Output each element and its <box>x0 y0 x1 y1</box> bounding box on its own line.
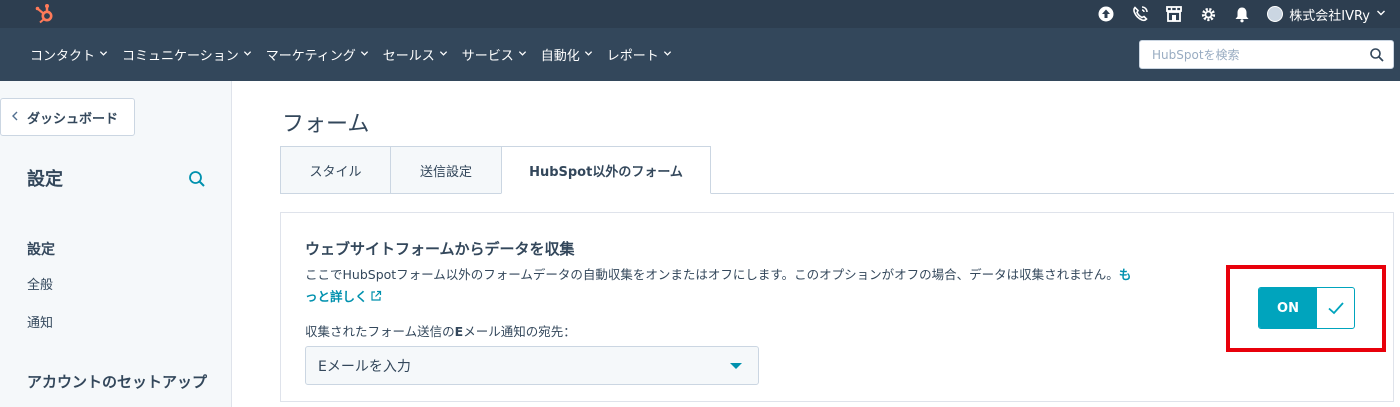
nav-item-service[interactable]: サービス <box>462 45 541 64</box>
notification-bell-icon[interactable] <box>1233 5 1251 23</box>
global-search <box>1139 40 1394 69</box>
field-label-bold: E <box>454 324 464 339</box>
chevron-down-icon <box>663 49 672 61</box>
phone-icon[interactable] <box>1131 5 1149 23</box>
nav-item-reports[interactable]: レポート <box>607 45 686 64</box>
sidebar-section-settings: 設定 <box>27 242 55 258</box>
sidebar-title: 設定 <box>27 169 63 190</box>
email-notification-label: 収集されたフォーム送信のEメール通知の宛先： <box>305 321 576 340</box>
nav-item-marketing[interactable]: マーケティング <box>266 45 383 64</box>
select-value: Eメールを入力 <box>318 358 411 375</box>
sidebar-section-account-setup: アカウントのセットアップ <box>27 373 208 391</box>
chevron-down-icon <box>439 49 448 61</box>
upgrade-icon[interactable] <box>1097 5 1115 23</box>
page-title: フォーム <box>282 112 370 137</box>
learn-more-text-2: っと詳しく <box>305 289 368 304</box>
sidebar-item-notifications[interactable]: 通知 <box>27 312 53 331</box>
account-menu[interactable]: 株式会社IVRy <box>1267 5 1386 24</box>
nav-item-communication[interactable]: コミュニケーション <box>122 45 266 64</box>
card-title: ウェブサイトフォームからデータを収集 <box>305 240 575 258</box>
back-button-label: ダッシュボード <box>27 111 119 127</box>
tab-label: HubSpot以外のフォーム <box>529 164 683 180</box>
description-text: ここでHubSpotフォーム以外のフォームデータの自動収集をオンまたはオフにしま… <box>305 267 1119 282</box>
main-nav: コンタクト コミュニケーション マーケティング セールス サービス 自動化 レポ… <box>0 28 1400 81</box>
email-recipient-select[interactable]: Eメールを入力 <box>305 346 759 385</box>
marketplace-icon[interactable] <box>1165 5 1183 23</box>
chevron-down-icon <box>584 49 593 61</box>
nav-item-label: コンタクト <box>30 49 96 64</box>
chevron-down-icon <box>518 49 527 61</box>
nav-item-label: 自動化 <box>540 49 580 64</box>
hubspot-logo-icon[interactable] <box>34 3 56 25</box>
nav-item-label: セールス <box>382 49 435 64</box>
tab-non-hubspot-forms[interactable]: HubSpot以外のフォーム <box>501 146 711 194</box>
chevron-left-icon <box>11 111 19 124</box>
external-link-icon <box>370 287 382 301</box>
card-description: ここでHubSpotフォーム以外のフォームデータの自動収集をオンまたはオフにしま… <box>305 264 1215 308</box>
sidebar-item-general[interactable]: 全般 <box>27 274 53 293</box>
tab-label: 送信設定 <box>419 164 472 180</box>
tab-label: スタイル <box>309 164 362 180</box>
nav-item-contacts[interactable]: コンタクト <box>30 45 122 64</box>
chevron-down-icon <box>1376 7 1386 22</box>
account-name: 株式会社IVRy <box>1289 8 1370 24</box>
back-to-dashboard-button[interactable]: ダッシュボード <box>0 98 135 136</box>
nav-item-sales[interactable]: セールス <box>383 45 462 64</box>
avatar <box>1267 6 1284 22</box>
chevron-down-icon <box>360 49 369 61</box>
field-label-pre: 収集されたフォーム送信の <box>305 324 455 339</box>
chevron-down-icon <box>243 49 252 61</box>
nav-item-automation[interactable]: 自動化 <box>541 45 607 64</box>
nav-item-label: レポート <box>606 49 659 64</box>
tab-style[interactable]: スタイル <box>280 146 391 194</box>
learn-more-text-1: も <box>1118 267 1132 282</box>
tab-submission-settings[interactable]: 送信設定 <box>390 146 502 194</box>
top-bar: 株式会社IVRy <box>0 0 1400 28</box>
nav-item-label: サービス <box>461 49 514 64</box>
search-input[interactable] <box>1140 41 1360 68</box>
caret-down-icon <box>730 363 742 369</box>
tab-bar: スタイル 送信設定 HubSpot以外のフォーム <box>280 146 711 194</box>
settings-gear-icon[interactable] <box>1199 5 1217 23</box>
chevron-down-icon <box>99 49 108 61</box>
nav-item-label: コミュニケーション <box>122 49 239 64</box>
nav-item-label: マーケティング <box>265 49 356 64</box>
field-label-post: メール通知の宛先： <box>463 324 576 339</box>
search-icon[interactable] <box>187 169 207 189</box>
search-icon[interactable] <box>1369 47 1385 63</box>
highlight-annotation-box <box>1226 265 1386 352</box>
settings-sidebar: ダッシュボード 設定 設定 全般 通知 アカウントのセットアップ <box>0 81 232 407</box>
